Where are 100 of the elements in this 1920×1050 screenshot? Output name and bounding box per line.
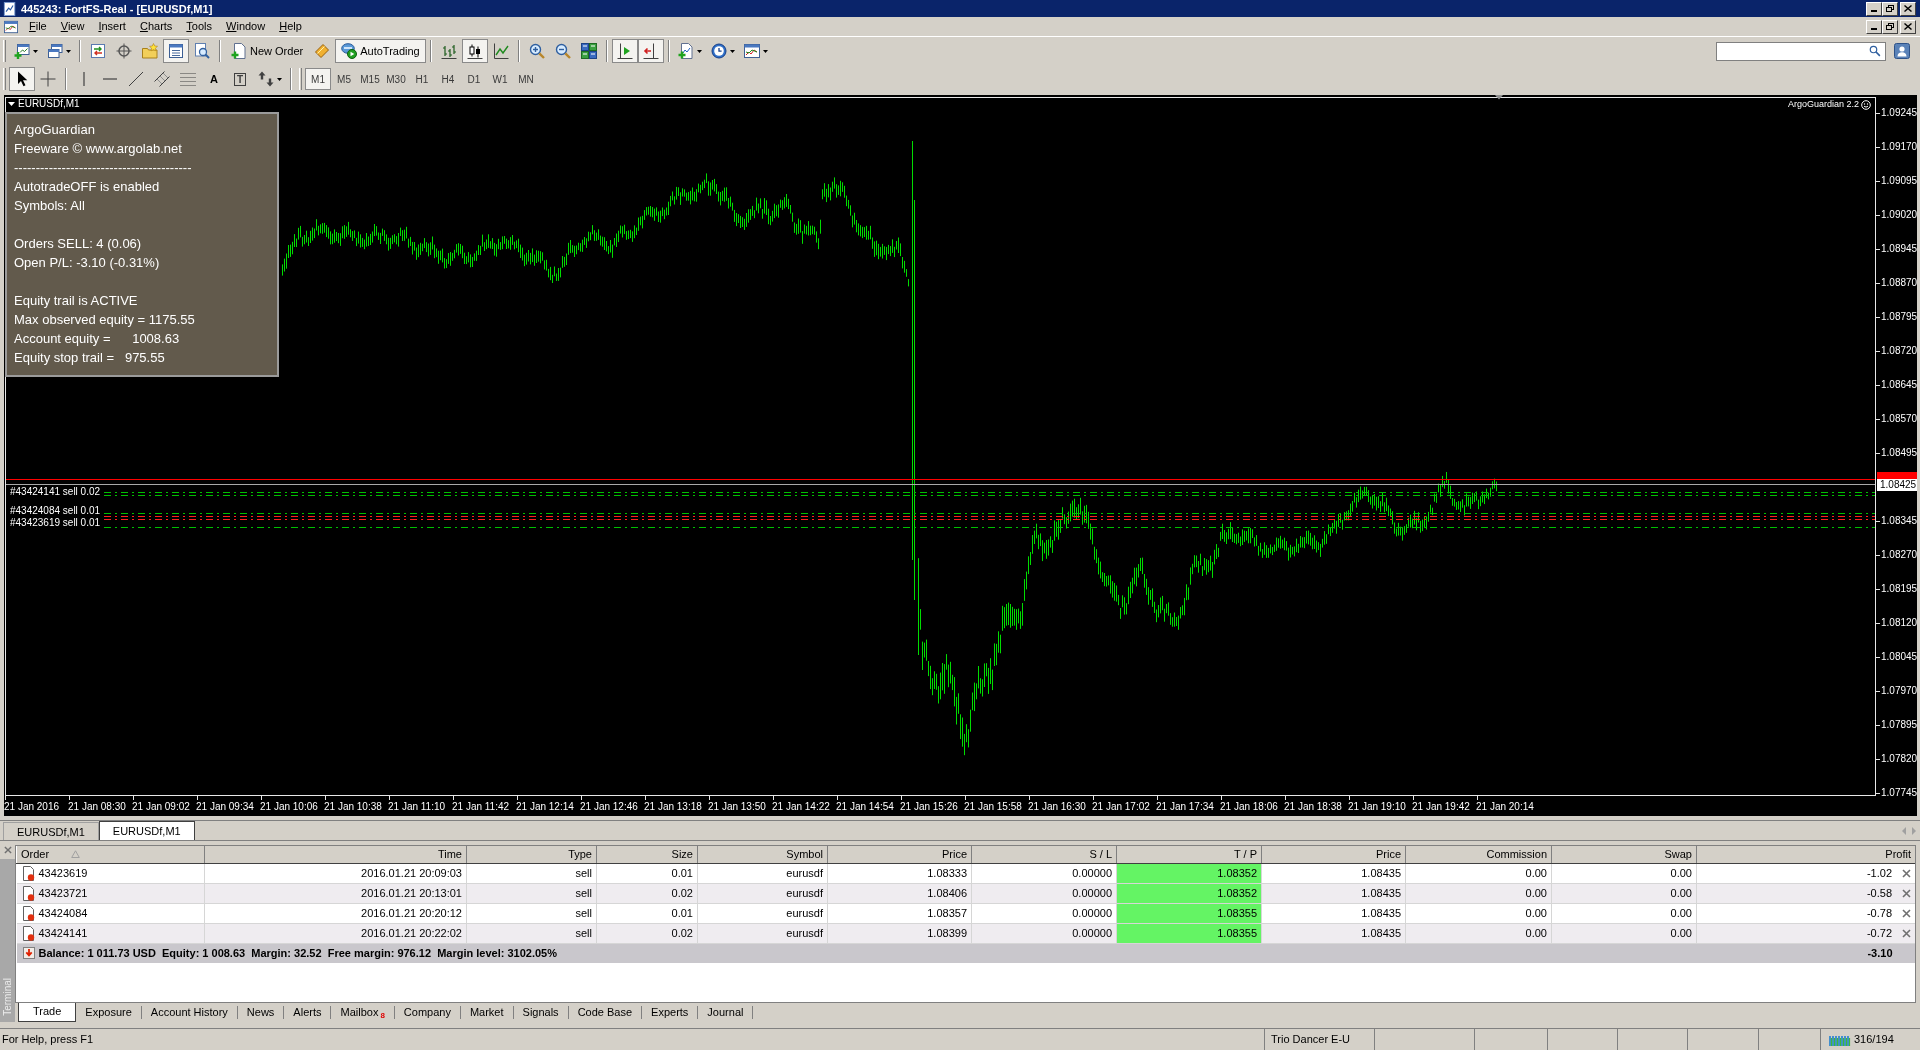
unread-count: 8 bbox=[380, 1012, 385, 1020]
axis-triangle-icon bbox=[616, 43, 633, 59]
toolbar-button[interactable]: A bbox=[201, 67, 227, 91]
column-header[interactable]: Price bbox=[1261, 846, 1406, 863]
terminal-tab[interactable]: Account History bbox=[141, 1004, 237, 1021]
terminal-tab[interactable]: Market bbox=[460, 1004, 513, 1021]
order-number: 43424141 bbox=[38, 925, 88, 941]
search-icon[interactable] bbox=[1869, 45, 1881, 57]
clock-icon bbox=[711, 43, 728, 59]
caret-icon bbox=[697, 49, 703, 53]
crosshair-icon bbox=[40, 71, 56, 87]
chart-tab[interactable]: EURUSDf,M1 bbox=[98, 821, 195, 840]
toolbar-button[interactable] bbox=[611, 39, 638, 63]
profit-value: -1.02 bbox=[1866, 865, 1892, 881]
terminal-tab[interactable]: Experts bbox=[642, 1004, 698, 1021]
menu-item[interactable]: Window bbox=[219, 18, 273, 35]
terminal-tab[interactable]: Journal bbox=[698, 1004, 753, 1021]
close-button[interactable] bbox=[1900, 19, 1916, 34]
column-header[interactable]: Price bbox=[827, 846, 972, 863]
chart-window-icon[interactable] bbox=[4, 19, 18, 34]
timeframe-button[interactable]: M30 bbox=[383, 68, 409, 90]
terminal-tab[interactable]: Signals bbox=[513, 1004, 568, 1021]
toolbar-button[interactable] bbox=[637, 39, 664, 63]
close-icon[interactable] bbox=[3, 846, 12, 854]
toolbar-button[interactable]: New Order bbox=[225, 39, 310, 63]
order-number: 43424084 bbox=[38, 905, 88, 921]
close-icon[interactable] bbox=[1902, 868, 1911, 878]
column-header[interactable]: Size bbox=[596, 846, 698, 863]
line-chart-icon bbox=[492, 43, 509, 59]
minimize-button[interactable] bbox=[1866, 19, 1882, 34]
timeframe-button[interactable]: M1 bbox=[305, 68, 331, 90]
price-label: 1.08270 bbox=[1881, 549, 1917, 561]
menu-item[interactable]: Insert bbox=[91, 18, 133, 35]
menu-item[interactable]: File bbox=[22, 18, 54, 35]
toolbar-button[interactable]: AutoTrading bbox=[335, 39, 426, 63]
info-line: Orders SELL: 4 (0.06) bbox=[14, 235, 142, 253]
column-header[interactable]: Swap bbox=[1551, 846, 1697, 863]
column-header[interactable]: T / P bbox=[1116, 846, 1262, 863]
table-cell: 0.02 bbox=[596, 883, 698, 903]
chart-tab[interactable]: EURUSDf,M1 bbox=[3, 822, 99, 840]
column-header[interactable]: Profit bbox=[1696, 846, 1915, 863]
terminal-tab[interactable]: News bbox=[237, 1004, 284, 1021]
column-header[interactable]: S / L bbox=[971, 846, 1117, 863]
terminal-tab[interactable]: Exposure bbox=[76, 1004, 141, 1021]
toolbar-button[interactable] bbox=[163, 39, 189, 63]
diamond-icon bbox=[314, 43, 331, 59]
close-icon[interactable] bbox=[1902, 928, 1911, 938]
menu-item[interactable]: Charts bbox=[132, 18, 180, 35]
price-label: 1.08045 bbox=[1881, 651, 1917, 663]
menu-item[interactable]: Help bbox=[272, 18, 309, 35]
close-button[interactable] bbox=[1900, 1, 1916, 16]
table-cell: eurusdf bbox=[697, 863, 828, 883]
timeframe-button[interactable]: M5 bbox=[331, 68, 357, 90]
terminal-tab[interactable]: Code Base bbox=[568, 1004, 642, 1021]
menu-item[interactable]: Tools bbox=[179, 18, 220, 35]
column-header[interactable]: Time bbox=[204, 846, 467, 863]
menu-item[interactable]: View bbox=[53, 18, 92, 35]
info-line: Symbols: All bbox=[14, 197, 85, 215]
timeframe-button[interactable]: MN bbox=[513, 68, 539, 90]
price-label: 1.09245 bbox=[1881, 107, 1917, 119]
column-header[interactable]: Symbol bbox=[697, 846, 828, 863]
table-cell: sell bbox=[466, 863, 597, 883]
toolbar-button[interactable]: T bbox=[227, 67, 253, 91]
user-button[interactable] bbox=[1892, 41, 1912, 61]
terminal-tab[interactable]: Alerts bbox=[284, 1004, 331, 1021]
price-label: 1.08570 bbox=[1881, 413, 1917, 425]
column-header[interactable]: Type bbox=[466, 846, 597, 863]
timeframe-button[interactable]: M15 bbox=[357, 68, 383, 90]
window-title: 445243: FortFS-Real - [EURUSDf,M1] bbox=[21, 1, 213, 16]
down-arrow-icon[interactable] bbox=[22, 947, 35, 960]
timeframe-button[interactable]: H1 bbox=[409, 68, 435, 90]
info-line: AutotradeOFF is enabled bbox=[14, 178, 160, 196]
table-cell: 1.08357 bbox=[827, 903, 972, 923]
table-cell: 0.00000 bbox=[971, 883, 1117, 903]
restore-button[interactable] bbox=[1882, 1, 1898, 16]
close-icon[interactable] bbox=[1902, 888, 1911, 898]
timeframe-button[interactable]: W1 bbox=[487, 68, 513, 90]
terminal-tab[interactable]: Trade bbox=[18, 1003, 77, 1022]
parallel-lines-icon bbox=[154, 71, 170, 87]
column-header[interactable]: Order bbox=[16, 846, 205, 863]
profit-value: -0.72 bbox=[1866, 925, 1892, 941]
minimize-button[interactable] bbox=[1866, 1, 1882, 16]
app-icon bbox=[3, 1, 17, 16]
table-cell: 0.01 bbox=[596, 903, 698, 923]
shift-marker-icon[interactable] bbox=[1495, 95, 1503, 100]
table-cell: 0.00000 bbox=[971, 923, 1117, 943]
triangle-down-icon[interactable] bbox=[8, 102, 15, 106]
timeframe-button[interactable]: D1 bbox=[461, 68, 487, 90]
column-header[interactable]: Commission bbox=[1405, 846, 1552, 863]
profit-value: -0.78 bbox=[1866, 905, 1892, 921]
timeframe-button[interactable]: H4 bbox=[435, 68, 461, 90]
table-cell: sell bbox=[466, 903, 597, 923]
zoom-in-icon bbox=[528, 43, 545, 59]
close-icon[interactable] bbox=[1902, 908, 1911, 918]
toolbar-button[interactable] bbox=[9, 67, 35, 91]
terminal-tab[interactable]: Company bbox=[394, 1004, 460, 1021]
toolbar-button[interactable] bbox=[461, 39, 488, 63]
restore-button[interactable] bbox=[1882, 19, 1898, 34]
search-field[interactable] bbox=[1716, 41, 1886, 61]
table-cell: 0.00 bbox=[1405, 903, 1552, 923]
